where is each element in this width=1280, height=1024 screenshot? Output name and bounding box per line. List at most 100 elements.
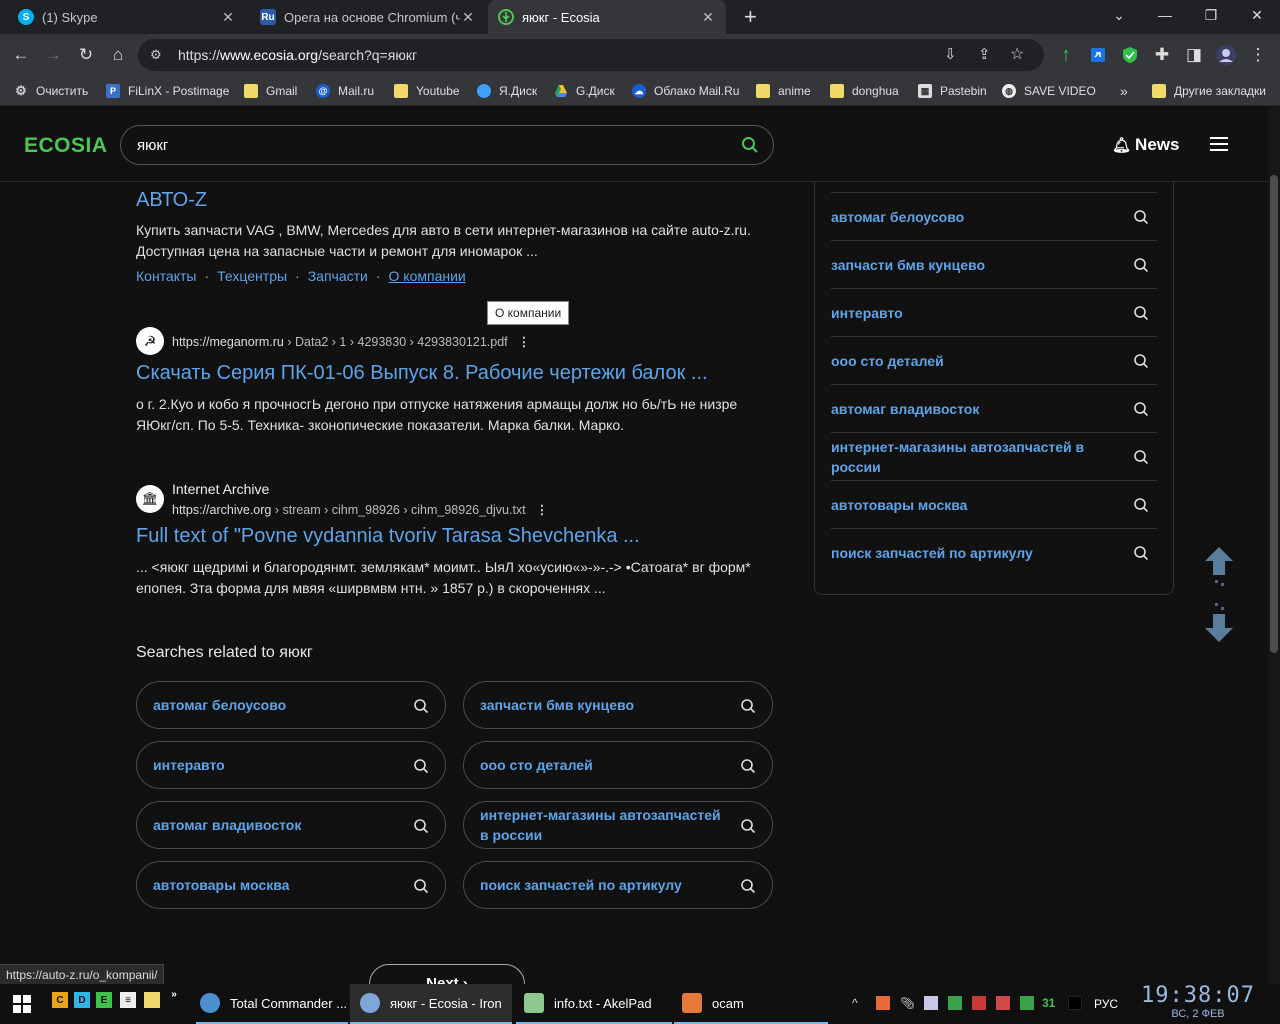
language-indicator[interactable]: РУС xyxy=(1094,984,1118,1024)
tray-green-icon[interactable] xyxy=(948,996,962,1010)
result-title[interactable]: Скачать Серия ПК-01-06 Выпуск 8. Рабочие… xyxy=(136,362,708,385)
side-related-item[interactable]: автотовары москва xyxy=(831,480,1157,528)
ecosia-logo[interactable]: ECOSIA xyxy=(24,134,108,158)
folder-icon[interactable] xyxy=(144,992,160,1008)
side-related-item[interactable]: автомаг белоусово xyxy=(831,192,1157,240)
news-link[interactable]: 🔔︎ News xyxy=(1112,135,1179,155)
quicklaunch-c-icon[interactable]: C xyxy=(52,992,68,1008)
taskbar-ocam[interactable]: ocam xyxy=(674,984,828,1024)
home-icon[interactable]: ⌂ xyxy=(105,42,131,68)
search-box[interactable] xyxy=(120,125,774,165)
side-related-item[interactable]: интеравто xyxy=(831,288,1157,336)
tray-black-icon[interactable] xyxy=(1068,996,1082,1010)
bookmark-yadisk[interactable]: Я.Диск xyxy=(477,82,537,100)
related-pill[interactable]: автомаг владивосток xyxy=(136,801,446,849)
close-icon[interactable]: ✕ xyxy=(700,9,716,26)
related-pill[interactable]: интеравто xyxy=(136,741,446,789)
scrollbar-thumb[interactable] xyxy=(1270,175,1278,653)
sitelink[interactable]: Запчасти xyxy=(308,268,368,284)
tray-d-icon[interactable] xyxy=(996,996,1010,1010)
related-pill[interactable]: автотовары москва xyxy=(136,861,446,909)
bookmark-postimage[interactable]: P FiLinX - Postimage xyxy=(106,82,229,100)
bookmark-other[interactable]: Другие закладки xyxy=(1152,82,1266,100)
install-icon[interactable]: ⇩ xyxy=(944,45,957,63)
search-icon[interactable] xyxy=(741,136,759,154)
related-pill[interactable]: ооо сто деталей xyxy=(463,741,773,789)
tab-search-icon[interactable]: ⌄ xyxy=(1096,0,1142,30)
hamburger-menu-icon[interactable] xyxy=(1210,137,1228,151)
taskbar-total-commander[interactable]: Total Commander ... xyxy=(196,984,348,1024)
close-icon[interactable]: ✕ xyxy=(460,9,476,26)
result-title[interactable]: АВТО-Z xyxy=(136,189,207,212)
side-related-item[interactable]: запчасти бмв кунцево xyxy=(831,240,1157,288)
tray-app-icon[interactable] xyxy=(876,996,890,1010)
quicklaunch-overflow-icon[interactable]: » xyxy=(166,986,182,1002)
quicklaunch-e-icon[interactable]: E xyxy=(96,992,112,1008)
close-window-icon[interactable]: ✕ xyxy=(1234,0,1280,30)
page-scrollbar[interactable] xyxy=(1268,107,1280,984)
side-related-item[interactable]: ооо сто деталей xyxy=(831,336,1157,384)
bookmark-gdrive[interactable]: G.Диск xyxy=(554,82,615,100)
link-extension-icon[interactable] xyxy=(1085,42,1111,68)
document-icon[interactable]: ≡ xyxy=(120,992,136,1008)
bookmarks-overflow-icon[interactable]: » xyxy=(1120,82,1128,100)
minimize-icon[interactable]: — xyxy=(1142,0,1188,30)
tray-overflow-icon[interactable]: ^ xyxy=(852,996,866,1010)
side-related-item[interactable]: интернет-магазины автозапчастей в россии xyxy=(831,432,1157,480)
forward-icon[interactable]: → xyxy=(40,42,66,68)
tab-skype[interactable]: S (1) Skype ✕ xyxy=(8,0,246,34)
extensions-icon[interactable]: ✚ xyxy=(1149,42,1175,68)
close-icon[interactable]: ✕ xyxy=(220,9,236,26)
sitelink[interactable]: Контакты xyxy=(136,268,196,284)
sitelink[interactable]: Техцентры xyxy=(217,268,287,284)
site-info-icon[interactable]: ⚙ xyxy=(150,47,162,63)
shield-extension-icon[interactable] xyxy=(1117,42,1143,68)
taskbar-akelpad[interactable]: info.txt - AkelPad xyxy=(516,984,672,1024)
tray-calendar-icon[interactable]: 31 xyxy=(1042,996,1060,1010)
address-bar[interactable]: ⚙ https://www.ecosia.org/search?q=яюкг ⇩… xyxy=(138,39,1044,71)
reload-icon[interactable]: ↻ xyxy=(73,42,99,68)
bookmark-anime[interactable]: anime xyxy=(756,82,811,100)
new-tab-button[interactable]: + xyxy=(734,0,764,34)
tray-monitor-icon[interactable] xyxy=(924,996,938,1010)
start-button[interactable] xyxy=(12,984,32,1024)
related-pill[interactable]: поиск запчастей по артикулу xyxy=(463,861,773,909)
tab-ecosia[interactable]: яюкг - Ecosia ✕ xyxy=(488,0,726,34)
bookmark-donghua[interactable]: donghua xyxy=(830,82,899,100)
sitelink[interactable]: О компании xyxy=(389,268,466,284)
bookmark-cloud-mailru[interactable]: ☁ Облако Mail.Ru xyxy=(632,82,739,100)
quicklaunch-d-icon[interactable]: D xyxy=(74,992,90,1008)
green-arrow-extension-icon[interactable]: ↑ xyxy=(1053,42,1079,68)
search-input[interactable] xyxy=(137,136,717,154)
side-related-item[interactable]: автомаг владивосток xyxy=(831,384,1157,432)
tray-red-icon[interactable] xyxy=(972,996,986,1010)
browser-menu-icon[interactable]: ⋮ xyxy=(1245,42,1271,68)
result-source[interactable]: https://meganorm.ru › Data2 › 1 › 429383… xyxy=(172,334,530,349)
bookmark-gmail[interactable]: Gmail xyxy=(244,82,297,100)
result-title[interactable]: Full text of "Povne vydannia tvoriv Tara… xyxy=(136,525,640,548)
tray-c-icon[interactable] xyxy=(1020,996,1034,1010)
more-options-icon[interactable]: ⋮ xyxy=(518,334,531,349)
bookmark-youtube[interactable]: Youtube xyxy=(394,82,460,100)
related-pill[interactable]: интернет-магазины автозапчастей в россии xyxy=(463,801,773,849)
paperclip-icon[interactable]: 📎︎ xyxy=(900,996,915,1010)
bookmark-save-video[interactable]: ◍ SAVE VIDEO xyxy=(1002,82,1096,100)
profile-avatar-icon[interactable] xyxy=(1213,42,1239,68)
tab-opera[interactable]: Ru Opera на основе Chromium (ча ✕ xyxy=(250,0,486,34)
source-name[interactable]: Internet Archive xyxy=(172,481,269,497)
next-page-button[interactable]: Next › xyxy=(369,964,525,984)
related-pill[interactable]: автомаг белоусово xyxy=(136,681,446,729)
taskbar-clock[interactable]: 19:38:07 ВС, 2 ФЕВ xyxy=(1138,984,1258,1024)
bookmark-star-icon[interactable]: ☆ xyxy=(1010,44,1024,64)
taskbar-iron[interactable]: яюкг - Ecosia - Iron xyxy=(350,984,512,1024)
bookmark-mailru[interactable]: @ Mail.ru xyxy=(316,82,374,100)
share-icon[interactable]: ⇪ xyxy=(978,45,991,63)
result-source[interactable]: https://archive.org › stream › cihm_9892… xyxy=(172,502,548,517)
bookmark-clear[interactable]: ⚙ Очистить xyxy=(14,82,88,100)
back-icon[interactable]: ← xyxy=(8,42,34,68)
scroll-arrows-icon[interactable] xyxy=(1203,547,1235,642)
restore-icon[interactable]: ❐ xyxy=(1188,0,1234,30)
bookmark-pastebin[interactable]: ▦ Pastebin xyxy=(918,82,987,100)
side-related-item[interactable]: поиск запчастей по артикулу xyxy=(831,528,1157,576)
related-pill[interactable]: запчасти бмв кунцево xyxy=(463,681,773,729)
